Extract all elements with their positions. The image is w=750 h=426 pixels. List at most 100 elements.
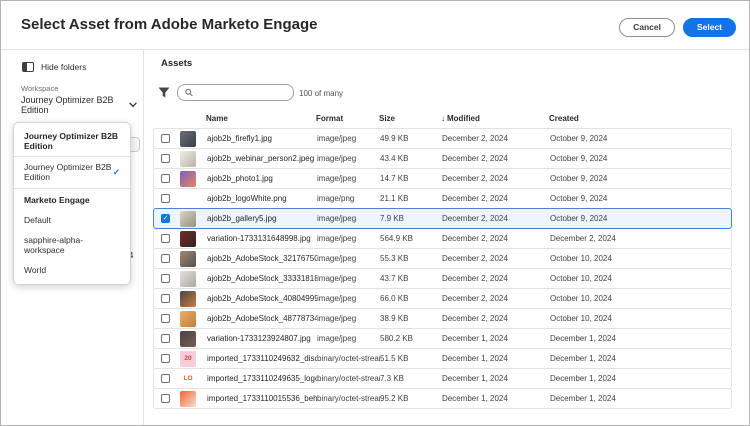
asset-name: imported_1733110249632_discount.png	[207, 354, 317, 363]
asset-format: image/jpeg	[317, 274, 380, 283]
page-title: Select Asset from Adobe Marketo Engage	[21, 16, 317, 33]
workspace-label: Workspace	[21, 84, 58, 93]
asset-format: image/jpeg	[317, 214, 380, 223]
asset-name: variation-1733123924807.jpg	[207, 334, 317, 343]
asset-created: December 2, 2024	[550, 234, 731, 243]
row-checkbox[interactable]	[161, 354, 170, 363]
row-checkbox[interactable]	[161, 234, 170, 243]
row-checkbox[interactable]	[161, 334, 170, 343]
table-row[interactable]: ajob2b_AdobeStock_321767506.jpgimage/jpe…	[153, 248, 732, 269]
table-row[interactable]: ajob2b_AdobeStock_487787346.jpgimage/jpe…	[153, 308, 732, 329]
asset-size: 95.2 KB	[380, 394, 442, 403]
row-checkbox[interactable]	[161, 394, 170, 403]
dialog-header: Select Asset from Adobe Marketo Engage C…	[1, 1, 749, 50]
table-row[interactable]: ✓ajob2b_gallery5.jpgimage/jpeg7.9 KBDece…	[153, 208, 732, 229]
asset-name: ajob2b_AdobeStock_321767506.jpg	[207, 254, 317, 263]
table-row[interactable]: ajob2b_firefly1.jpgimage/jpeg49.9 KBDece…	[153, 128, 732, 149]
asset-modified: December 2, 2024	[442, 154, 550, 163]
asset-thumbnail	[180, 211, 196, 227]
menu-item[interactable]: Default	[14, 210, 130, 230]
asset-size: 43.7 KB	[380, 274, 442, 283]
table-row[interactable]: variation-1733123924807.jpgimage/jpeg580…	[153, 328, 732, 349]
column-label: Name	[206, 114, 228, 123]
asset-size: 51.5 KB	[380, 354, 442, 363]
table-row[interactable]: ajob2b_logoWhite.pngimage/png21.1 KBDece…	[153, 188, 732, 209]
table-row[interactable]: variation-1733131648998.jpgimage/jpeg564…	[153, 228, 732, 249]
column-header-size[interactable]: Size	[379, 114, 441, 123]
select-button[interactable]: Select	[683, 18, 736, 37]
result-count: 100 of many	[299, 89, 343, 98]
row-checkbox[interactable]	[161, 374, 170, 383]
row-checkbox[interactable]	[161, 274, 170, 283]
asset-size: 14.7 KB	[380, 174, 442, 183]
thumbnail-cell	[180, 211, 207, 227]
table-row[interactable]: ajob2b_photo1.jpgimage/jpeg14.7 KBDecemb…	[153, 168, 732, 189]
asset-format: binary/octet-stream	[317, 354, 380, 363]
asset-created: December 1, 2024	[550, 374, 731, 383]
menu-item-label: sapphire-alpha-workspace	[24, 235, 120, 255]
row-checkbox[interactable]	[161, 174, 170, 183]
asset-created: October 10, 2024	[550, 254, 731, 263]
row-checkbox[interactable]	[161, 254, 170, 263]
asset-created: December 1, 2024	[550, 334, 731, 343]
asset-size: 7.9 KB	[380, 214, 442, 223]
column-label: Size	[379, 114, 395, 123]
asset-modified: December 1, 2024	[442, 374, 550, 383]
asset-name: imported_1733110249635_logo.png	[207, 374, 317, 383]
table-row[interactable]: ajob2b_webinar_person2.jpegimage/jpeg43.…	[153, 148, 732, 169]
asset-thumbnail	[180, 331, 196, 347]
menu-divider	[14, 188, 130, 189]
asset-created: October 9, 2024	[550, 214, 731, 223]
column-header-name[interactable]: Name	[206, 114, 316, 123]
column-label: Modified	[447, 114, 480, 123]
table-row[interactable]: ajob2b_AdobeStock_408049995.jpgimage/jpe…	[153, 288, 732, 309]
asset-thumbnail	[180, 311, 196, 327]
menu-item[interactable]: World	[14, 260, 130, 280]
hide-folders-label: Hide folders	[41, 62, 86, 72]
row-checkbox[interactable]	[161, 154, 170, 163]
column-header-created[interactable]: Created	[549, 114, 732, 123]
table-row[interactable]: 20imported_1733110249632_discount.pngbin…	[153, 348, 732, 369]
menu-item-label: World	[24, 265, 46, 275]
asset-modified: December 2, 2024	[442, 294, 550, 303]
asset-table: ajob2b_firefly1.jpgimage/jpeg49.9 KBDece…	[153, 128, 732, 409]
select-cell	[154, 274, 180, 283]
row-checkbox[interactable]: ✓	[161, 214, 170, 223]
asset-format: image/jpeg	[317, 294, 380, 303]
filter-button[interactable]	[156, 86, 172, 100]
row-checkbox[interactable]	[161, 134, 170, 143]
search-input[interactable]	[197, 88, 286, 97]
menu-item[interactable]: Journey Optimizer B2B Edition✓	[14, 157, 130, 187]
table-row[interactable]: imported_1733110015536_behance_8th_rbina…	[153, 388, 732, 409]
asset-created: October 9, 2024	[550, 134, 731, 143]
menu-item[interactable]: sapphire-alpha-workspace	[14, 230, 130, 260]
asset-created: December 1, 2024	[550, 394, 731, 403]
asset-thumbnail	[180, 271, 196, 287]
workspace-dropdown[interactable]: Journey Optimizer B2B Edition	[21, 95, 137, 115]
header-actions: Cancel Select	[619, 18, 736, 37]
cancel-button[interactable]: Cancel	[619, 18, 675, 37]
thumbnail-cell	[180, 151, 207, 167]
assets-heading: Assets	[161, 58, 192, 69]
select-cell	[154, 354, 180, 363]
table-row[interactable]: ajob2b_AdobeStock_333318184.jpgimage/jpe…	[153, 268, 732, 289]
thumbnail-cell: 20	[180, 351, 207, 367]
asset-thumbnail	[180, 251, 196, 267]
select-cell	[154, 394, 180, 403]
search-box[interactable]	[177, 84, 294, 101]
asset-created: October 9, 2024	[550, 174, 731, 183]
asset-created: October 9, 2024	[550, 154, 731, 163]
asset-format: image/jpeg	[317, 254, 380, 263]
panel-icon	[22, 62, 34, 72]
row-checkbox[interactable]	[161, 314, 170, 323]
hide-folders-button[interactable]: Hide folders	[22, 62, 86, 72]
column-header-modified[interactable]: ↓Modified	[441, 114, 549, 123]
asset-name: ajob2b_gallery5.jpg	[207, 214, 317, 223]
row-checkbox[interactable]	[161, 194, 170, 203]
thumbnail-cell	[180, 191, 207, 207]
row-checkbox[interactable]	[161, 294, 170, 303]
table-row[interactable]: LOimported_1733110249635_logo.pngbinary/…	[153, 368, 732, 389]
asset-thumbnail	[180, 291, 196, 307]
column-header-format[interactable]: Format	[316, 114, 379, 123]
workspace-value: Journey Optimizer B2B Edition	[21, 95, 129, 115]
